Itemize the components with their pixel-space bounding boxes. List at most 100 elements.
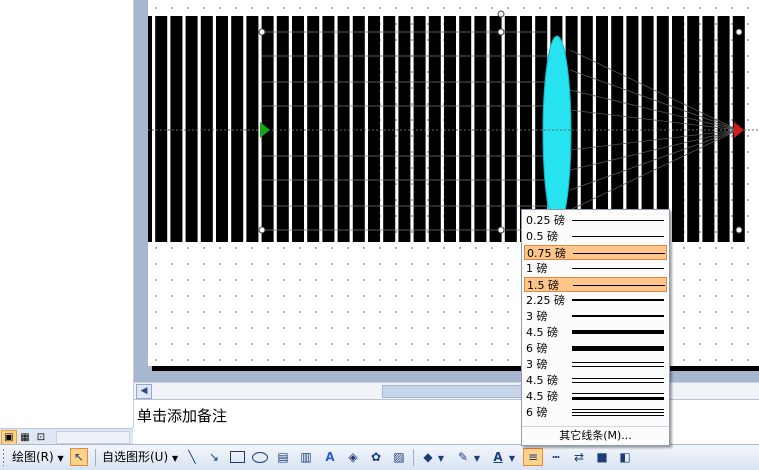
sorter-view-icon[interactable]: ▦ [17,430,33,445]
line-weight-label: 1 磅 [526,262,548,275]
line-sample [572,415,664,416]
wordart-icon[interactable]: A [322,449,338,465]
arrow-icon[interactable]: ↘ [206,449,222,465]
line-weight-item[interactable]: 0.75 磅 [524,245,667,260]
resize-handle[interactable] [258,226,266,234]
scroll-left-icon[interactable]: ◀ [136,384,152,399]
line-sample [572,299,664,301]
line-sample [572,315,664,317]
black-bar [672,16,684,242]
black-bar [246,16,259,242]
black-bar [276,16,289,242]
black-bar [428,16,441,242]
black-bar [200,16,213,242]
line-weight-item[interactable]: 6 磅 [524,341,667,356]
line-color-icon[interactable]: ✎ [455,449,471,465]
scroll-thumb[interactable] [382,385,524,398]
black-bar [216,16,228,242]
line-weight-label: 3 磅 [526,358,548,371]
slideshow-view-icon[interactable]: ⊡ [33,430,49,445]
line-sample [572,362,664,363]
chevron-down-icon[interactable]: ▼ [437,449,445,465]
select-pointer-icon[interactable]: ↖ [70,448,88,466]
rectangle-icon[interactable] [229,449,245,465]
line-weight-item[interactable]: 3 磅 [524,357,667,372]
black-bar [489,16,502,242]
draw-menu-button[interactable]: 绘图(R) ▼ [12,448,64,467]
lens-ellipse[interactable] [542,35,572,229]
line-sample [572,378,664,379]
toolbar-grip[interactable] [3,449,4,466]
diagram-icon[interactable]: ◈ [345,449,361,465]
chevron-down-icon: ▼ [171,454,179,463]
line-weight-label: 4.5 磅 [526,326,558,339]
line-style-menu: 0.25 磅 0.5 磅 0.75 磅 1 磅 1.5 磅 2.25 磅 3 磅 4.5 磅 6… [521,209,670,446]
black-bar [459,16,472,242]
black-bar [148,16,152,242]
line-weight-item[interactable]: 0.5 磅 [524,229,667,244]
line-weight-item[interactable]: 1.5 磅 [524,277,667,292]
fill-color-icon[interactable]: ◆ [420,449,436,465]
resize-handle[interactable] [258,28,266,36]
3d-icon[interactable]: ◧ [617,449,633,465]
black-bar [337,16,350,242]
line-weight-label: 0.25 磅 [526,214,565,227]
line-weight-item[interactable]: 1 磅 [524,261,667,276]
clipart-icon[interactable]: ✿ [368,449,384,465]
line-weight-label: 0.75 磅 [527,247,566,260]
line-weight-item[interactable]: 2.25 磅 [524,293,667,308]
chevron-down-icon: ▼ [57,454,64,463]
line-weight-item[interactable]: 4.5 磅 [524,373,667,388]
line-icon[interactable]: ╲ [184,449,200,465]
line-weight-label: 6 磅 [526,342,548,355]
line-weight-label: 6 磅 [526,406,548,419]
line-weight-item[interactable]: 6 磅 [524,405,667,420]
normal-view-icon[interactable]: ▣ [1,430,17,445]
line-sample [572,397,664,400]
black-bar [231,16,244,242]
black-bar [352,16,365,242]
outline-scrollbar[interactable] [56,431,130,444]
black-bar [322,16,335,242]
dash-style-icon[interactable]: ┅ [548,449,564,465]
line-weight-item[interactable]: 4.5 磅 [524,389,667,404]
drawing-toolbar: 绘图(R) ▼ ↖ 自选图形(U) ▼ ╲ ↘ ▤ ▥ A ◈ ✿ ▨ ◆ ▼ … [0,444,759,470]
vertical-textbox-icon[interactable]: ▥ [298,449,314,465]
line-weight-label: 4.5 磅 [526,374,558,387]
line-style-icon[interactable]: ≡ [523,448,543,466]
line-sample [572,236,664,237]
font-color-icon[interactable]: A [490,449,506,465]
more-lines-menu-item[interactable]: 其它线条(M)... [522,426,669,445]
line-sample [572,220,664,221]
line-weight-item[interactable]: 0.25 磅 [524,213,667,228]
black-bar [383,16,396,242]
line-weight-item[interactable]: 4.5 磅 [524,325,667,340]
oval-icon[interactable] [252,449,268,465]
black-bar [398,16,411,242]
black-bar [307,16,320,242]
chevron-down-icon[interactable]: ▼ [508,449,516,465]
shadow-icon[interactable]: ■ [594,449,610,465]
notes-placeholder[interactable]: 单击添加备注 [137,405,227,426]
resize-handle[interactable] [497,226,505,234]
line-weight-label: 2.25 磅 [526,294,565,307]
resize-handle[interactable] [497,10,505,18]
black-bar [368,16,380,242]
autoshapes-menu-button[interactable]: 自选图形(U) ▼ [102,448,178,467]
resize-handle[interactable] [735,226,743,234]
line-sample [572,393,664,394]
textbox-icon[interactable]: ▤ [275,449,291,465]
picture-icon[interactable]: ▨ [391,449,407,465]
line-sample [573,285,665,286]
black-bar [292,16,304,242]
chevron-down-icon[interactable]: ▼ [473,449,481,465]
black-bar [687,16,700,242]
view-switcher-bar: ▣ ▦ ⊡ [0,428,133,445]
line-weight-item[interactable]: 3 磅 [524,309,667,324]
resize-handle[interactable] [497,28,505,36]
line-sample [572,330,664,334]
line-weight-label: 0.5 磅 [526,230,558,243]
resize-handle[interactable] [735,28,743,36]
arrow-style-icon[interactable]: ⇄ [571,449,587,465]
line-sample [573,253,665,254]
